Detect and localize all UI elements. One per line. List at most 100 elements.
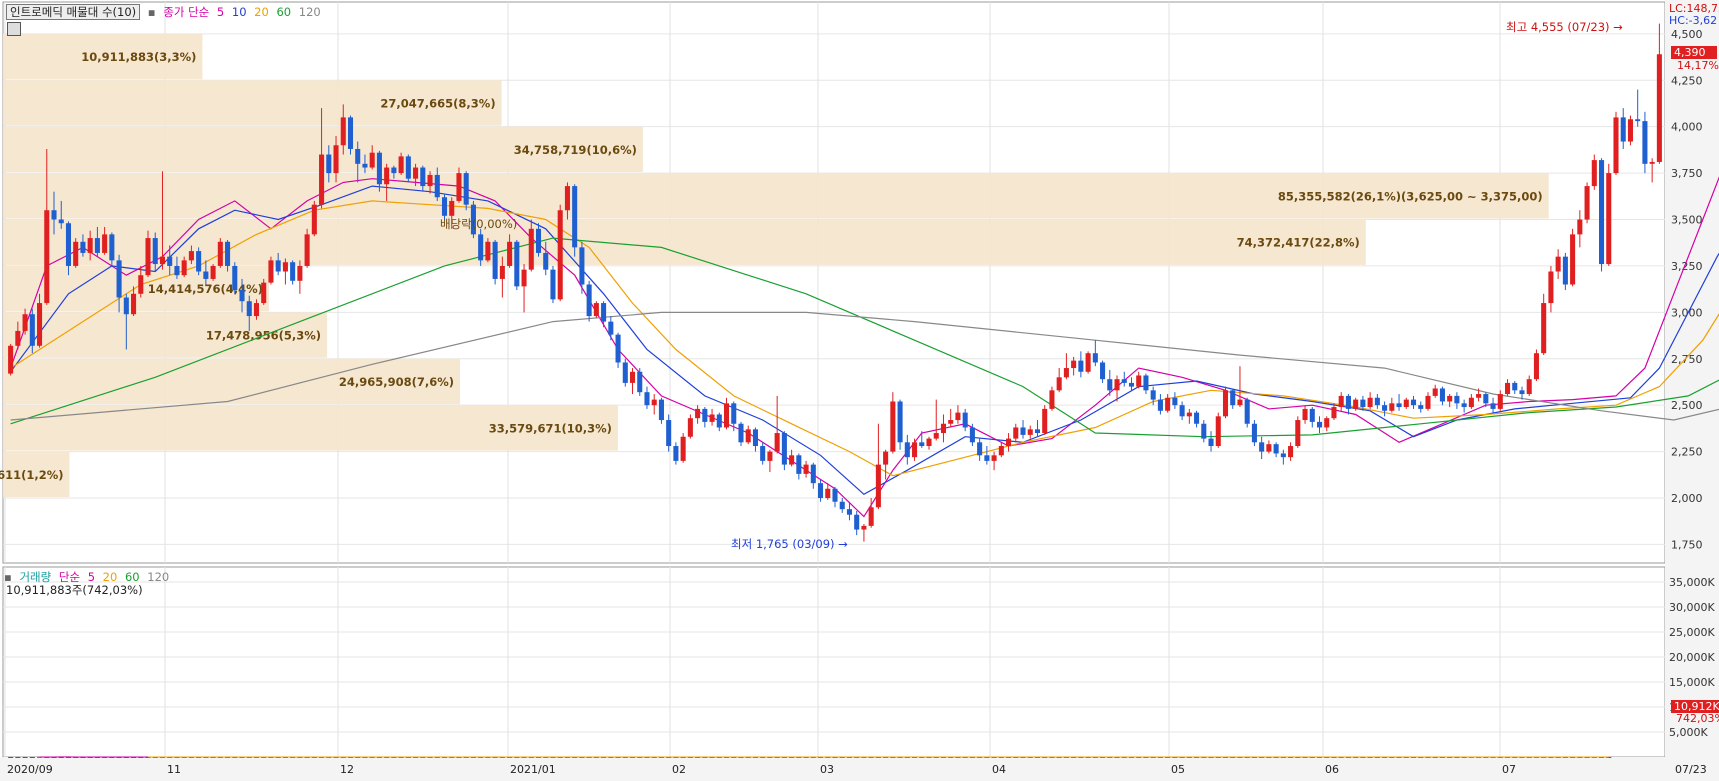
candle-body [977, 442, 983, 456]
candle-body [8, 345, 14, 374]
candle-body [1555, 256, 1561, 272]
price-legend: 인트로메딕 매물대 수(10) ▪ 종가 단순 5 10 20 60 120 [6, 4, 325, 20]
candle-body [22, 314, 28, 331]
candle-body [883, 451, 889, 465]
candle-body [1222, 390, 1229, 417]
volume-bar [29, 756, 35, 758]
volume-profile-label: 24,965,908(7,6%) [339, 375, 454, 389]
legend-ma-10: 10 [231, 5, 247, 19]
candle-body [629, 371, 636, 383]
candle-body [926, 438, 932, 447]
candle-body [369, 152, 375, 168]
candle-body [1374, 397, 1380, 406]
candle-body [29, 314, 35, 346]
candle-body [1013, 427, 1019, 439]
candle-body [1107, 379, 1113, 391]
legend-toggle-icon[interactable]: ▪ [148, 5, 156, 19]
candle-body [261, 282, 267, 304]
candle-body [1259, 442, 1265, 452]
candle-body [695, 408, 701, 419]
candle-body [1237, 399, 1243, 406]
candle-body [326, 154, 332, 174]
candle-body [1599, 160, 1605, 265]
candle-body [868, 507, 874, 526]
candle-body [940, 423, 947, 434]
candle-body [1584, 186, 1590, 220]
candle-body [1331, 407, 1337, 419]
candle-body [673, 446, 679, 461]
candle-body [1396, 403, 1402, 408]
candle-body [485, 241, 491, 261]
candle-body [138, 275, 144, 294]
candle-body [282, 262, 288, 272]
candle-body [875, 464, 881, 508]
candle-body [109, 234, 115, 261]
legend-ma-label: 종가 단순 [163, 5, 210, 19]
candle-body [376, 152, 382, 185]
x-tick-label: 12 [340, 763, 354, 776]
price-tick-label: 2,750 [1671, 353, 1703, 366]
candle-body [1642, 121, 1648, 164]
candle-body [123, 297, 129, 315]
candle-body [405, 156, 411, 179]
candle-body [1570, 234, 1576, 285]
candle-body [593, 303, 599, 317]
candle-body [420, 167, 426, 187]
candle-body [449, 200, 455, 216]
candle-body [1338, 395, 1344, 408]
volume-profile-bar [3, 219, 1366, 265]
x-tick-label: 05 [1171, 763, 1185, 776]
candle-body [1620, 117, 1626, 142]
candle-body [1367, 397, 1373, 408]
candle-body [738, 423, 744, 443]
candle-body [687, 418, 693, 437]
hc-tag: HC:-3,62 [1669, 14, 1718, 27]
candle-body [1280, 453, 1286, 458]
legend-ma-20: 20 [254, 5, 269, 19]
candle-body [1656, 54, 1662, 162]
volume-tick-label: 5,000K [1669, 726, 1708, 739]
candle-body [601, 303, 607, 322]
candle-body [666, 420, 672, 447]
candle-body [196, 251, 202, 272]
candle-body [1439, 388, 1445, 402]
candle-body [1063, 368, 1069, 378]
candle-body [347, 117, 354, 149]
volume-bar [15, 756, 21, 758]
candle-body [1541, 303, 1547, 354]
candle-body [1006, 438, 1012, 447]
candle-body [1273, 444, 1279, 454]
legend-ma-60: 60 [276, 5, 292, 19]
candle-body [1410, 399, 1417, 406]
candle-body [1179, 405, 1185, 417]
candle-body [1483, 394, 1489, 404]
candle-body [745, 429, 751, 443]
candle-body [167, 256, 173, 266]
volume-profile-label: 27,047,665(8,3%) [380, 96, 495, 110]
x-tick-label: 11 [167, 763, 181, 776]
x-tick-label: 06 [1325, 763, 1339, 776]
candle-body [116, 260, 122, 298]
candle-body [102, 234, 108, 253]
candle-body [897, 401, 903, 443]
candle-body [275, 260, 281, 272]
candle-body [492, 241, 498, 279]
candle-body [1432, 388, 1438, 396]
candle-body [1071, 360, 1077, 369]
calculator-icon[interactable] [7, 22, 21, 36]
price-tick-label: 4,250 [1671, 74, 1703, 87]
dividend-annotation: 배당락(0,00%) [440, 217, 518, 231]
candle-body [912, 442, 918, 458]
candle-body [311, 204, 317, 235]
volume-legend-120: 120 [147, 570, 170, 584]
candle-body [767, 451, 773, 461]
candle-body [846, 509, 852, 515]
price-tick-label: 4,500 [1671, 28, 1703, 41]
candle-body [15, 330, 21, 346]
x-tick-label: 2021/01 [510, 763, 556, 776]
volume-info: 10,911,883주(742,03%) [6, 583, 143, 597]
candle-body [1121, 379, 1127, 383]
candle-body [854, 514, 860, 530]
chart-title[interactable]: 인트로메딕 매물대 수(10) [6, 4, 141, 20]
candle-body [1092, 353, 1098, 363]
